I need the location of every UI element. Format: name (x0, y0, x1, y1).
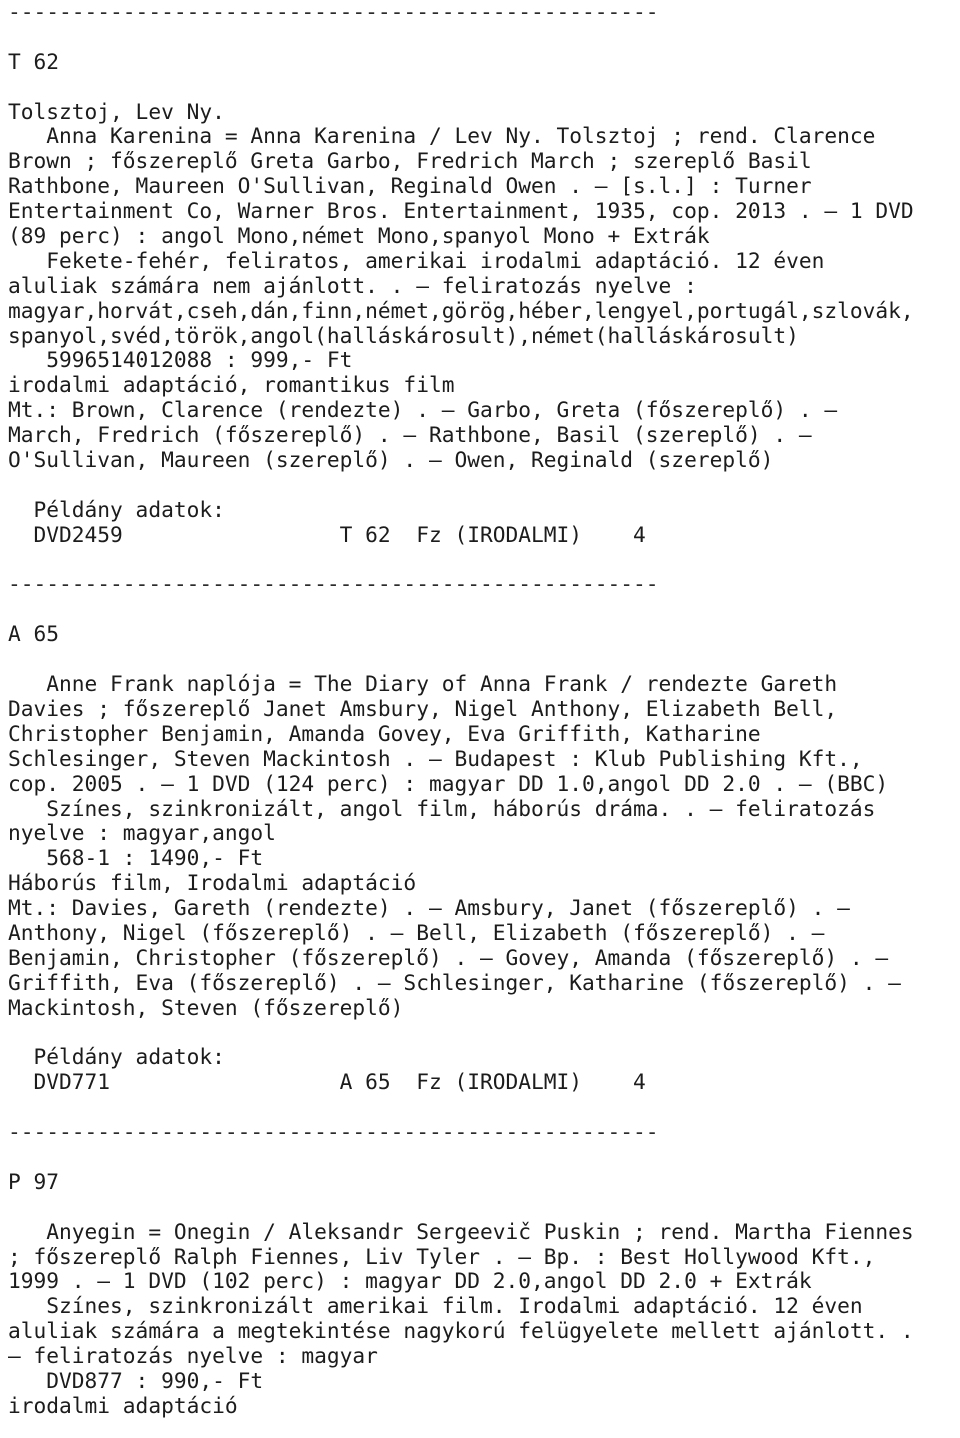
catalog-text-line: 1999 . — 1 DVD (102 perc) : magyar DD 2.… (8, 1268, 812, 1294)
catalog-text-line: T 62 (8, 48, 60, 74)
catalog-text-line: 568-1 : 1490,- Ft (8, 845, 264, 871)
catalog-text-line: 5996514012088 : 999,- Ft (8, 347, 353, 373)
catalog-text-line: Schlesinger, Steven Mackintosh . — Budap… (8, 745, 863, 771)
catalog-text-line: (89 perc) : angol Mono,német Mono,spanyo… (8, 223, 710, 249)
catalog-text-line: Példány adatok: (8, 496, 225, 522)
catalog-text-line: nyelve : magyar,angol (8, 820, 276, 846)
catalog-text-line: Rathbone, Maureen O'Sullivan, Reginald O… (8, 173, 812, 199)
catalog-text-line: Tolsztoj, Lev Ny. (8, 98, 225, 124)
catalog-text-line: Anna Karenina = Anna Karenina / Lev Ny. … (8, 123, 876, 149)
record-separator: ----------------------------------------… (8, 0, 659, 24)
catalog-text-line: Színes, szinkronizált amerikai film. Iro… (8, 1293, 863, 1319)
catalog-text-line: O'Sullivan, Maureen (szereplő) . — Owen,… (8, 447, 774, 473)
catalog-text-line: Háborús film, Irodalmi adaptáció (8, 870, 417, 896)
catalog-text-line: Entertainment Co, Warner Bros. Entertain… (8, 198, 914, 224)
catalog-text-line: P 97 (8, 1168, 60, 1194)
catalog-text-line: Christopher Benjamin, Amanda Govey, Eva … (8, 720, 761, 746)
catalog-text-line: Brown ; főszereplő Greta Garbo, Fredrich… (8, 148, 812, 174)
catalog-text-line: Anthony, Nigel (főszereplő) . — Bell, El… (8, 919, 825, 945)
catalog-text-line: Mt.: Davies, Gareth (rendezte) . — Amsbu… (8, 895, 850, 921)
record-separator: ----------------------------------------… (8, 571, 659, 597)
record-separator: ----------------------------------------… (8, 1119, 659, 1145)
catalog-text-line: aluliak számára a megtekintése nagykorú … (8, 1318, 914, 1344)
catalog-text-line: A 65 (8, 621, 60, 647)
catalog-text-line: spanyol,svéd,török,angol(halláskárosult)… (8, 322, 799, 348)
catalog-text-line: ; főszereplő Ralph Fiennes, Liv Tyler . … (8, 1243, 876, 1269)
catalog-text-line: aluliak számára nem ajánlott. . — felira… (8, 272, 697, 298)
catalog-text-line: Griffith, Eva (főszereplő) . — Schlesing… (8, 969, 901, 995)
catalog-text-line: Színes, szinkronizált, angol film, hábor… (8, 795, 876, 821)
catalog-text-line: Anne Frank naplója = The Diary of Anna F… (8, 671, 838, 697)
catalog-text-line: March, Fredrich (főszereplő) . — Rathbon… (8, 422, 812, 448)
catalog-text-line: Mt.: Brown, Clarence (rendezte) . — Garb… (8, 397, 838, 423)
catalog-text-line: Davies ; főszereplő Janet Amsbury, Nigel… (8, 695, 838, 721)
catalog-text-line: Példány adatok: (8, 1044, 225, 1070)
catalog-text-line: DVD877 : 990,- Ft (8, 1367, 264, 1393)
catalog-text-line: — feliratozás nyelve : magyar (8, 1343, 378, 1369)
catalog-text-line: Mackintosh, Steven (főszereplő) (8, 994, 404, 1020)
catalog-text-line: Fekete-fehér, feliratos, amerikai irodal… (8, 247, 825, 273)
catalog-text-line: irodalmi adaptáció, romantikus film (8, 372, 455, 398)
catalog-text-line: Anyegin = Onegin / Aleksandr Sergeevič P… (8, 1218, 914, 1244)
catalog-text-line: irodalmi adaptáció (8, 1392, 238, 1418)
catalog-text-line: DVD771 A 65 Fz (IRODALMI) 4 (8, 1069, 646, 1095)
catalog-text-line: cop. 2005 . — 1 DVD (124 perc) : magyar … (8, 770, 889, 796)
catalog-text-line: DVD2459 T 62 Fz (IRODALMI) 4 (8, 521, 646, 547)
catalog-text-line: magyar,horvát,cseh,dán,finn,német,görög,… (8, 297, 914, 323)
catalog-text-line: Benjamin, Christopher (főszereplő) . — G… (8, 944, 889, 970)
catalog-document: ----------------------------------------… (0, 0, 960, 1419)
